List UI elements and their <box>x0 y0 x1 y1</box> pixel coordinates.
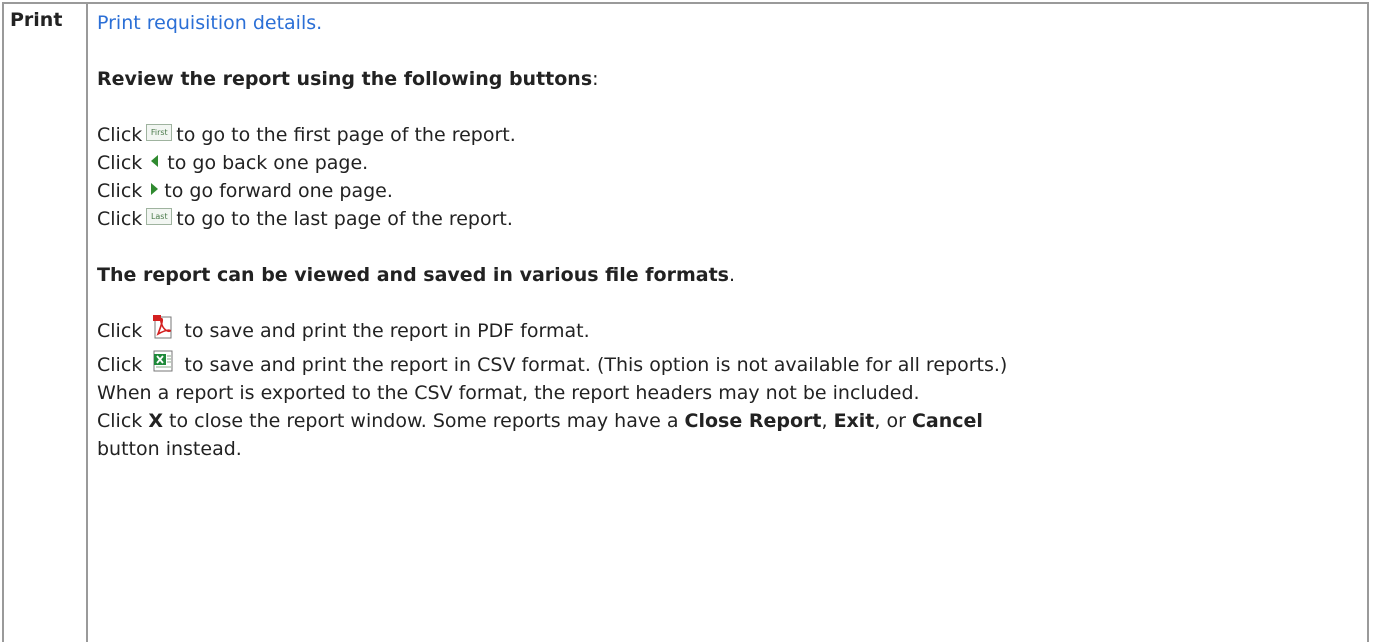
first-page-icon: First <box>146 124 173 141</box>
close-report-label: Close Report <box>684 410 822 432</box>
review-heading: Review the report using the following bu… <box>97 68 593 90</box>
exit-label: Exit <box>833 410 875 432</box>
csv-icon <box>153 350 173 371</box>
print-requisition-link[interactable]: Print requisition details. <box>97 12 322 34</box>
pdf-icon <box>153 314 172 338</box>
row-label: Print <box>10 9 63 31</box>
nav-line-next: Click to go forward one page. <box>97 180 393 202</box>
previous-page-icon <box>151 154 159 167</box>
close-line: Click X to close the report window. Some… <box>97 410 983 432</box>
last-page-icon: Last <box>146 208 173 225</box>
nav-line-previous: Click to go back one page. <box>97 152 369 174</box>
formats-heading: The report can be viewed and saved in va… <box>97 264 729 286</box>
next-page-icon <box>151 182 159 195</box>
csv-line: Click to save and print the report in CS… <box>97 350 1362 379</box>
nav-line-last: Click Last to go to the last page of the r… <box>97 208 513 230</box>
description-content: Print requisition details. Review the re… <box>97 9 1362 463</box>
column-divider <box>86 2 88 642</box>
csv-note: When a report is exported to the CSV for… <box>97 382 920 404</box>
close-x-label: X <box>148 410 163 432</box>
pdf-line: Click to save and print the report in PD… <box>97 314 1362 345</box>
nav-line-first: Click First to go to the first page of the… <box>97 124 516 146</box>
close-line-continued: button instead. <box>97 438 242 460</box>
cancel-label: Cancel <box>911 410 983 432</box>
